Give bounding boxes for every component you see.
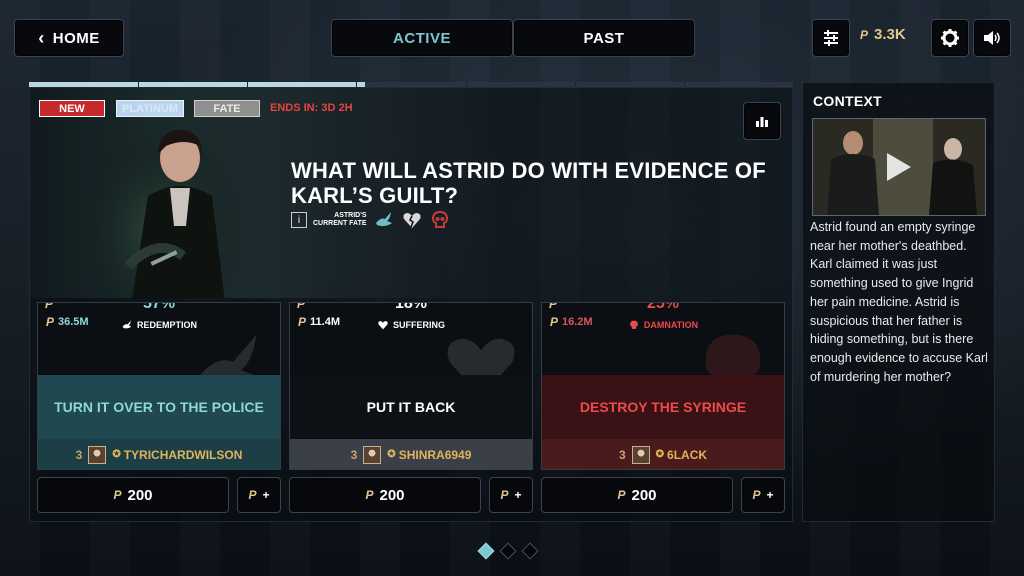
- bettor-name: 6LACK: [667, 447, 708, 462]
- home-label: HOME: [52, 29, 100, 47]
- outcome-label: DAMNATION: [643, 320, 699, 330]
- page-dot[interactable]: [499, 542, 517, 560]
- broken-heart-icon: [402, 213, 421, 228]
- question-title: WHAT WILL ASTRID DO WITH EVIDENCE OF KAR…: [291, 158, 766, 208]
- fate-label-line1: ASTRID'S: [334, 212, 367, 219]
- page-dot[interactable]: [521, 542, 539, 560]
- currency-icon: P: [860, 27, 869, 42]
- results-chart-button[interactable]: [743, 102, 781, 140]
- choice-card-put-back[interactable]: P P 11.4M 18% SUFFERING PUT IT BACK 3 ✪ SH…: [289, 302, 533, 470]
- choice-card-police[interactable]: P P 36.5M 57% REDEMPTION TURN IT OVER TO …: [37, 302, 281, 470]
- avatar: [363, 445, 382, 464]
- bet-button-police[interactable]: P 200: [37, 477, 229, 513]
- choice-outcome: REDEMPTION: [38, 319, 280, 331]
- bettor-name: TYRICHARDWILSON: [123, 447, 243, 462]
- video-scene: [813, 119, 985, 215]
- bettor: ✪ TYRICHARDWILSON: [112, 448, 242, 462]
- character-illustration: [88, 116, 268, 298]
- pagination-dots: [477, 542, 539, 560]
- skull-icon: [630, 320, 638, 329]
- settings-button[interactable]: [931, 19, 969, 57]
- speaker-icon: [984, 31, 1000, 45]
- choice-label: TURN IT OVER TO THE POLICE: [38, 375, 280, 439]
- tag-fate: FATE: [194, 100, 260, 117]
- bettor-rank: 3: [618, 447, 626, 462]
- avatar: [88, 445, 107, 464]
- current-fate-row: i ASTRID'S CURRENT FATE: [291, 209, 451, 231]
- broken-heart-icon: [378, 321, 388, 330]
- plus-label: +: [514, 488, 522, 502]
- bettor-name: SHINRA6949: [398, 447, 472, 462]
- choice-card-destroy[interactable]: P P 16.2M 25% DAMNATION DESTROY THE SYRIN…: [541, 302, 785, 470]
- top-bettor: 3 ✪ SHINRA6949: [290, 439, 532, 469]
- choice-outcome: SUFFERING: [290, 319, 532, 331]
- outcome-label: REDEMPTION: [136, 320, 197, 330]
- fate-label: ASTRID'S CURRENT FATE: [313, 212, 367, 228]
- chevron-left-icon: ‹: [38, 27, 45, 48]
- sound-button[interactable]: [973, 19, 1011, 57]
- bet-button-destroy[interactable]: P 200: [541, 477, 733, 513]
- currency-amount: 3.3K: [874, 26, 906, 43]
- plus-label: +: [766, 488, 774, 502]
- tag-platinum: PLATINUM: [116, 100, 184, 117]
- currency-icon: P: [365, 488, 374, 502]
- choice-header: P P 16.2M 25% DAMNATION: [542, 302, 784, 394]
- ends-in-timer: ENDS IN: 3D 2H: [270, 102, 353, 114]
- context-title: CONTEXT: [813, 93, 882, 109]
- outcome-label: SUFFERING: [392, 320, 445, 330]
- choice-outcome: DAMNATION: [542, 319, 784, 331]
- bet-amount: 200: [379, 486, 405, 504]
- stats-button[interactable]: [812, 19, 850, 57]
- fate-label-line2: CURRENT FATE: [313, 220, 367, 227]
- bet-increase-button-put-back[interactable]: P +: [489, 477, 533, 513]
- dove-icon: [122, 320, 132, 329]
- currency-icon: P: [248, 488, 257, 502]
- currency-icon: P: [500, 488, 509, 502]
- top-bettor: 3 ✪ TYRICHARDWILSON: [38, 439, 280, 469]
- choice-label: PUT IT BACK: [290, 375, 532, 439]
- page-dot[interactable]: [477, 542, 495, 560]
- badge-icon: ✪: [387, 449, 396, 460]
- currency-icon: P: [752, 488, 761, 502]
- skull-icon: [431, 210, 448, 228]
- currency-icon: P: [113, 488, 122, 502]
- tag-new: NEW: [39, 100, 105, 117]
- dove-icon: [375, 212, 392, 227]
- badge-icon: ✪: [112, 449, 121, 460]
- badge-icon: ✪: [655, 449, 665, 460]
- bettor-rank: 3: [350, 447, 358, 462]
- bar-chart-icon: [756, 117, 768, 127]
- choice-percent: 25%: [646, 302, 680, 312]
- info-icon[interactable]: i: [291, 212, 307, 228]
- stats-icon: [824, 30, 838, 46]
- bet-amount: 200: [631, 486, 657, 504]
- gear-icon: [941, 29, 959, 47]
- bettor-rank: 3: [75, 447, 83, 462]
- bettor: ✪ SHINRA6949: [387, 448, 471, 462]
- bettor: ✪ 6LACK: [656, 448, 707, 462]
- plus-label: +: [262, 488, 270, 502]
- bet-button-put-back[interactable]: P 200: [289, 477, 481, 513]
- choice-header: P P 36.5M 57% REDEMPTION: [38, 302, 280, 390]
- bet-increase-button-police[interactable]: P +: [237, 477, 281, 513]
- tab-active[interactable]: ACTIVE: [331, 19, 513, 57]
- context-description: Astrid found an empty syringe near her m…: [810, 220, 988, 384]
- choice-percent: 18%: [394, 302, 428, 312]
- currency-icon: P: [617, 488, 626, 502]
- choice-percent: 57%: [142, 302, 176, 312]
- avatar: [631, 445, 650, 464]
- context-video-thumbnail[interactable]: [812, 118, 986, 216]
- currency-display: P 3.3K: [860, 26, 906, 43]
- bet-amount: 200: [127, 486, 153, 504]
- choice-label: DESTROY THE SYRINGE: [542, 375, 784, 439]
- home-button[interactable]: ‹ HOME: [14, 19, 124, 57]
- choice-header: P P 11.4M 18% SUFFERING: [290, 302, 532, 398]
- bet-increase-button-destroy[interactable]: P +: [741, 477, 785, 513]
- top-bettor: 3 ✪ 6LACK: [542, 439, 784, 469]
- tab-past[interactable]: PAST: [513, 19, 695, 57]
